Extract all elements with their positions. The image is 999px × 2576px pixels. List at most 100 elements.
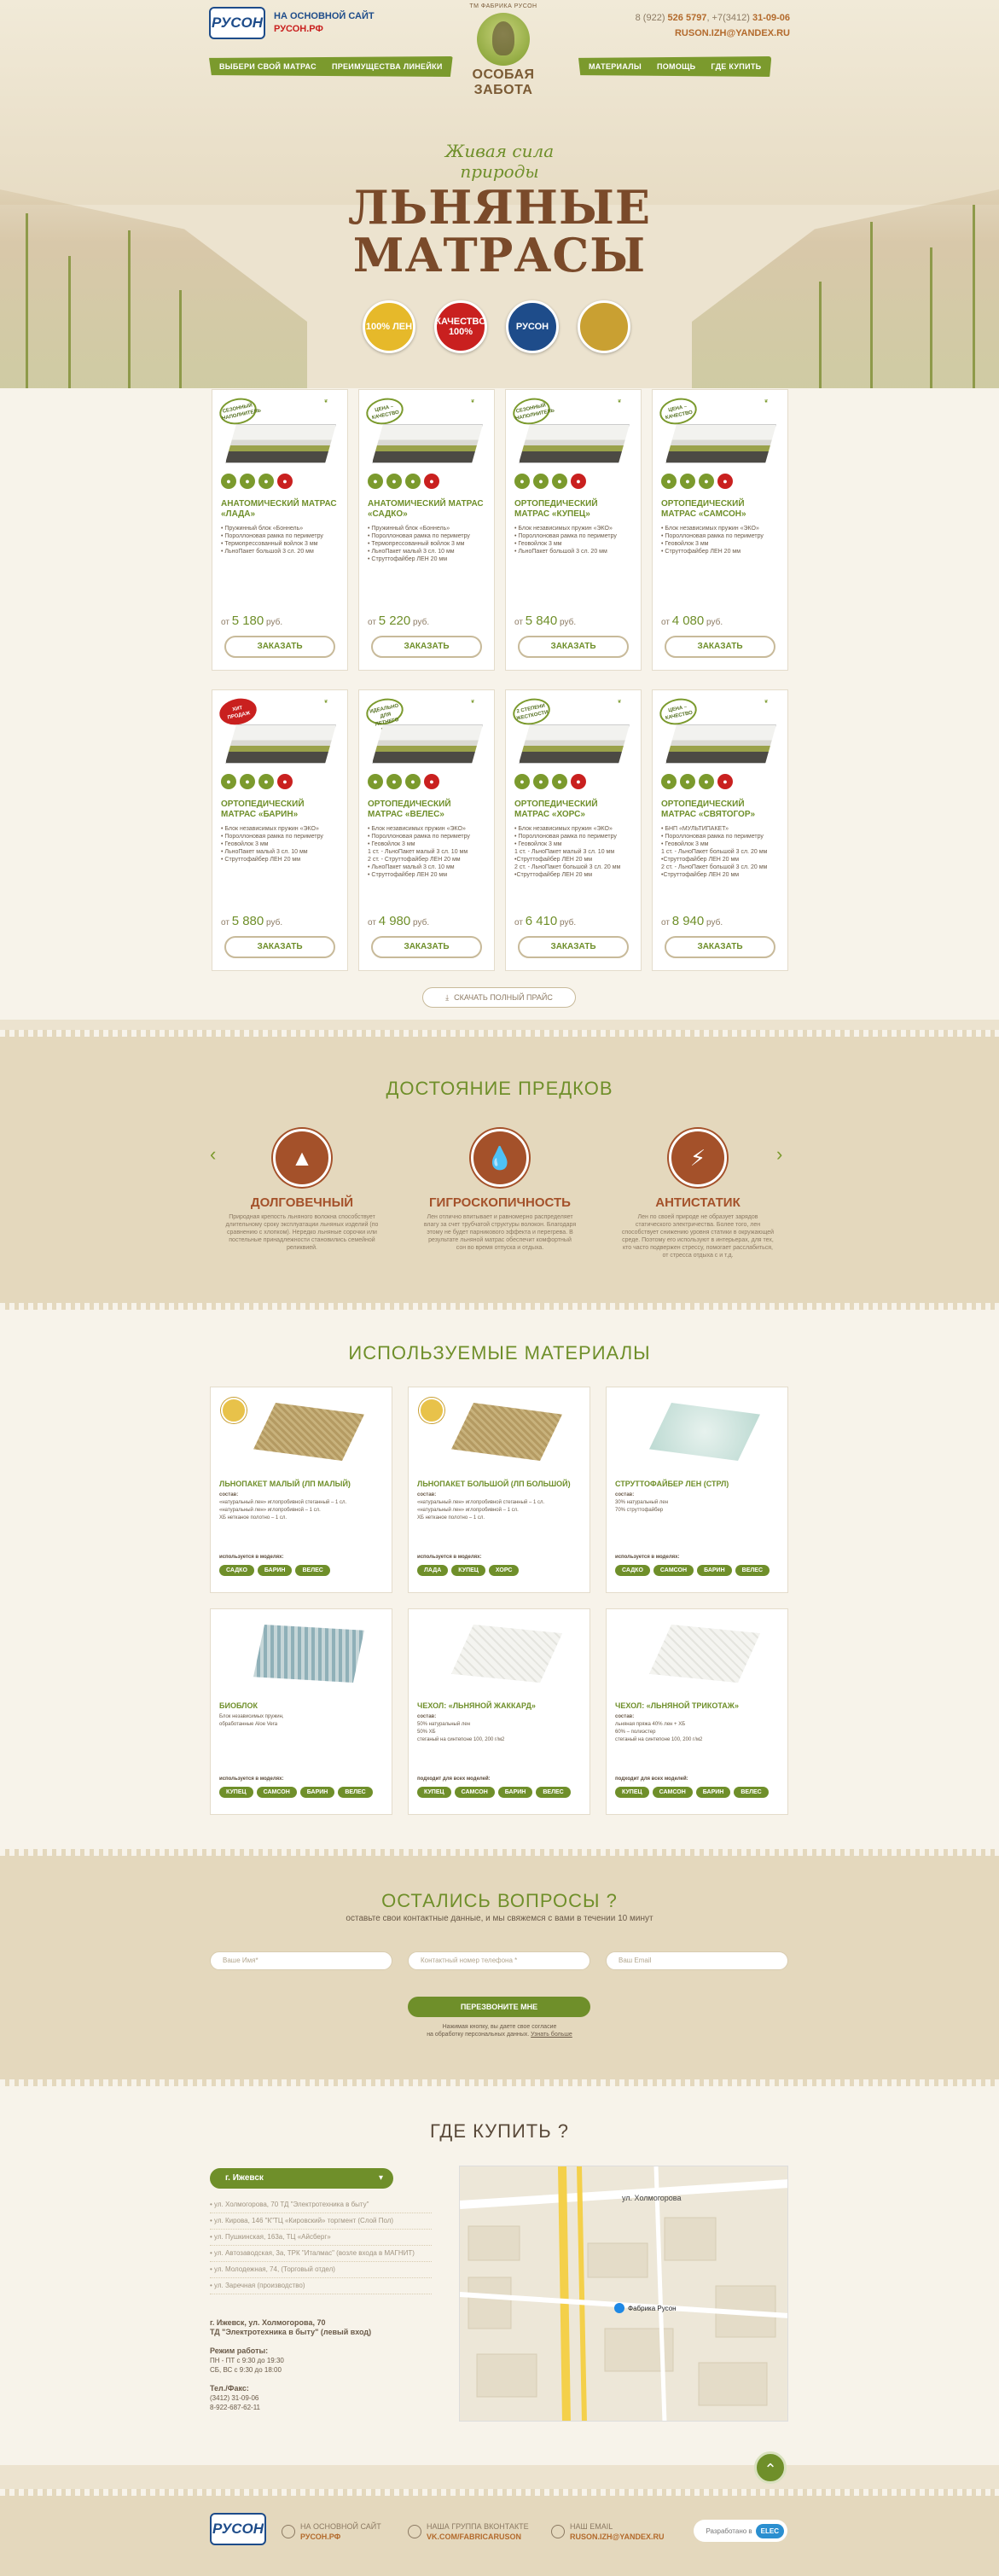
store-address-item[interactable]: • ул. Кирова, 146 "К"ТЦ «Кировский» торг…: [210, 2213, 432, 2230]
phone-2[interactable]: 31-09-06: [752, 13, 790, 23]
model-chip[interactable]: КУПЕЦ: [615, 1787, 649, 1798]
model-chip[interactable]: ВЕЛЕС: [295, 1565, 330, 1576]
feature-icon: ●: [221, 774, 236, 789]
order-button[interactable]: ЗАКАЗАТЬ: [518, 636, 629, 658]
model-chip[interactable]: САДКО: [219, 1565, 254, 1576]
learn-more-link[interactable]: Узнать больше: [531, 2032, 572, 2038]
product-specs: • Пружинный блок «Боннель» • Пороллоновая…: [368, 525, 487, 563]
developer-badge[interactable]: Разработано в ELEC: [694, 2520, 787, 2542]
map-canvas[interactable]: ул. Холмогорова Фабрика Русон: [460, 2166, 788, 2422]
order-button[interactable]: ЗАКАЗАТЬ: [224, 636, 335, 658]
model-chip[interactable]: САМСОН: [653, 1565, 694, 1576]
callback-button[interactable]: ПЕРЕЗВОНИТЕ МНЕ: [408, 1997, 590, 2017]
feature-icon: ●: [571, 474, 586, 489]
store-address-item[interactable]: • ул. Заречная (производство): [210, 2278, 432, 2294]
brand-logo[interactable]: ТМ ФАБРИКА РУСОН ОСОБАЯ ЗАБОТА: [461, 3, 546, 104]
header-email[interactable]: RUSON.IZH@YANDEX.RU: [675, 28, 790, 38]
order-button[interactable]: ЗАКАЗАТЬ: [665, 936, 775, 958]
order-button[interactable]: ЗАКАЗАТЬ: [665, 636, 775, 658]
product-spec: •Струттофайбер ЛЕН 20 мм: [661, 857, 740, 863]
store-address-item[interactable]: • ул. Молодежная, 74, (Торговый отдел): [210, 2262, 432, 2278]
nav-where-to-buy[interactable]: ГДЕ КУПИТЬ: [711, 62, 761, 71]
feature-icon: ●: [680, 474, 695, 489]
model-chip[interactable]: ВЕЛЕС: [735, 1565, 770, 1576]
mattress-image[interactable]: [519, 724, 630, 764]
email-input[interactable]: Ваш Email: [606, 1951, 788, 1970]
model-chip[interactable]: САМСОН: [454, 1787, 495, 1798]
model-chip[interactable]: КУПЕЦ: [451, 1565, 485, 1576]
feature-icons: ● ● ● ●: [514, 474, 586, 489]
scroll-top-button[interactable]: ⌃: [754, 2451, 787, 2484]
store-address-item[interactable]: • ул. Автозаводская, 3а, ТРК "Италмас" (…: [210, 2246, 432, 2262]
city-select[interactable]: г. Ижевск ▾: [210, 2168, 393, 2189]
model-chip[interactable]: ВЕЛЕС: [338, 1787, 373, 1798]
feature-icon: ●: [368, 474, 383, 489]
materials-section: ИСПОЛЬЗУЕМЫЕ МАТЕРИАЛЫ ЛЬНОПАКЕТ МАЛЫЙ (…: [0, 1310, 999, 1856]
order-button[interactable]: ЗАКАЗАТЬ: [371, 936, 482, 958]
footer-logo[interactable]: РУСОН: [210, 2513, 266, 2545]
price-value: 5 880: [231, 914, 264, 928]
product-name[interactable]: АНАТОМИЧЕСКИЙ МАТРАС «ЛАДА»: [221, 499, 340, 520]
phone-input[interactable]: Контактный номер телефона *: [408, 1951, 590, 1970]
model-chip[interactable]: БАРИН: [695, 1787, 731, 1798]
model-chip[interactable]: БАРИН: [257, 1565, 293, 1576]
footer-email-link[interactable]: НАШ EMAIL RUSON.IZH@YANDEX.RU: [551, 2521, 664, 2542]
product-name[interactable]: АНАТОМИЧЕСКИЙ МАТРАС «САДКО»: [368, 499, 487, 520]
product-name[interactable]: ОРТОПЕДИЧЕСКИЙ МАТРАС «ВЕЛЕС»: [368, 800, 487, 820]
mattress-image[interactable]: [225, 424, 336, 463]
carousel-next-icon[interactable]: ›: [776, 1143, 782, 1166]
model-chip[interactable]: БАРИН: [299, 1787, 335, 1798]
name-input[interactable]: Ваше Имя*: [210, 1951, 392, 1970]
mattress-image[interactable]: [519, 424, 630, 463]
model-chip[interactable]: КУПЕЦ: [417, 1787, 451, 1798]
order-button[interactable]: ЗАКАЗАТЬ: [518, 936, 629, 958]
feature-icon: ●: [533, 774, 549, 789]
model-chip[interactable]: САМСОН: [256, 1787, 297, 1798]
carousel-prev-icon[interactable]: ‹: [210, 1143, 216, 1166]
mattress-image[interactable]: [665, 724, 776, 764]
product-name[interactable]: ОРТОПЕДИЧЕСКИЙ МАТРАС «САМСОН»: [661, 499, 781, 520]
product-name[interactable]: ОРТОПЕДИЧЕСКИЙ МАТРАС «БАРИН»: [221, 800, 340, 820]
product-spec: • Струттофайбер ЛЕН 20 мм: [368, 872, 448, 878]
download-price-button[interactable]: ⤓ СКАЧАТЬ ПОЛНЫЙ ПРАЙС: [422, 987, 576, 1008]
product-spec: •Струттофайбер ЛЕН 20 мм: [661, 872, 740, 878]
order-button[interactable]: ЗАКАЗАТЬ: [224, 936, 335, 958]
mattress-image[interactable]: [665, 424, 776, 463]
product-price: от 4 080 руб.: [661, 613, 723, 628]
order-button[interactable]: ЗАКАЗАТЬ: [371, 636, 482, 658]
store-address-item[interactable]: • ул. Пушкинская, 163а, ТЦ «Айсберг»: [210, 2230, 432, 2246]
store-address-item[interactable]: • ул. Холмогорова, 70 ТД "Электротехника…: [210, 2197, 432, 2213]
composition-label: состав:: [417, 1492, 437, 1497]
model-chip[interactable]: ВЕЛЕС: [734, 1787, 769, 1798]
model-chip[interactable]: КУПЕЦ: [219, 1787, 253, 1798]
mattress-image[interactable]: [372, 424, 483, 463]
leaf-icon: ❦: [323, 700, 328, 705]
nav-materials[interactable]: МАТЕРИАЛЫ: [589, 62, 642, 71]
footer-main-site-link[interactable]: НА ОСНОВНОЙ САЙТ РУСОН.РФ: [282, 2521, 381, 2542]
model-chip[interactable]: ХОРС: [488, 1565, 520, 1576]
model-chip[interactable]: САДКО: [615, 1565, 650, 1576]
model-chip[interactable]: БАРИН: [697, 1565, 732, 1576]
nav-choose-mattress[interactable]: ВЫБЕРИ СВОЙ МАТРАС: [219, 62, 317, 71]
model-chip[interactable]: САМСОН: [652, 1787, 693, 1798]
feature-icon: ●: [552, 474, 567, 489]
store-map[interactable]: ул. Холмогорова Фабрика Русон: [459, 2166, 788, 2422]
model-chip[interactable]: ЛАДА: [417, 1565, 449, 1576]
mattress-image[interactable]: [372, 724, 483, 764]
download-label: СКАЧАТЬ ПОЛНЫЙ ПРАЙС: [454, 993, 553, 1002]
price-prefix: от: [221, 618, 229, 627]
shop-phone-2: 8-922-687-62-11: [210, 2404, 261, 2411]
phone-1[interactable]: 526 5797: [668, 13, 707, 23]
model-chip[interactable]: БАРИН: [497, 1787, 533, 1798]
footer-vk-link[interactable]: НАША ГРУППА ВКОНТАКТЕ VK.COM/FABRICARUSON: [408, 2521, 529, 2542]
main-site-link[interactable]: РУСОН НА ОСНОВНОЙ САЙТ РУСОН.РФ: [209, 7, 375, 39]
product-name[interactable]: ОРТОПЕДИЧЕСКИЙ МАТРАС «ХОРС»: [514, 800, 634, 820]
nav-help[interactable]: ПОМОЩЬ: [657, 62, 695, 71]
feature-durable: ▲ ДОЛГОВЕЧНЫЙ Природная крепость льняног…: [225, 1129, 379, 1252]
product-name[interactable]: ОРТОПЕДИЧЕСКИЙ МАТРАС «КУПЕЦ»: [514, 499, 634, 520]
nav-line-benefits[interactable]: ПРЕИМУЩЕСТВА ЛИНЕЙКИ: [332, 62, 443, 71]
product-card: ЦЕНА – КАЧЕСТВО ❦ ● ● ● ● АНАТОМИЧЕСКИЙ МАТ…: [358, 389, 495, 671]
model-chip[interactable]: ВЕЛЕС: [536, 1787, 571, 1798]
product-name[interactable]: ОРТОПЕДИЧЕСКИЙ МАТРАС «СВЯТОГОР»: [661, 800, 781, 820]
mattress-image[interactable]: [225, 724, 336, 764]
